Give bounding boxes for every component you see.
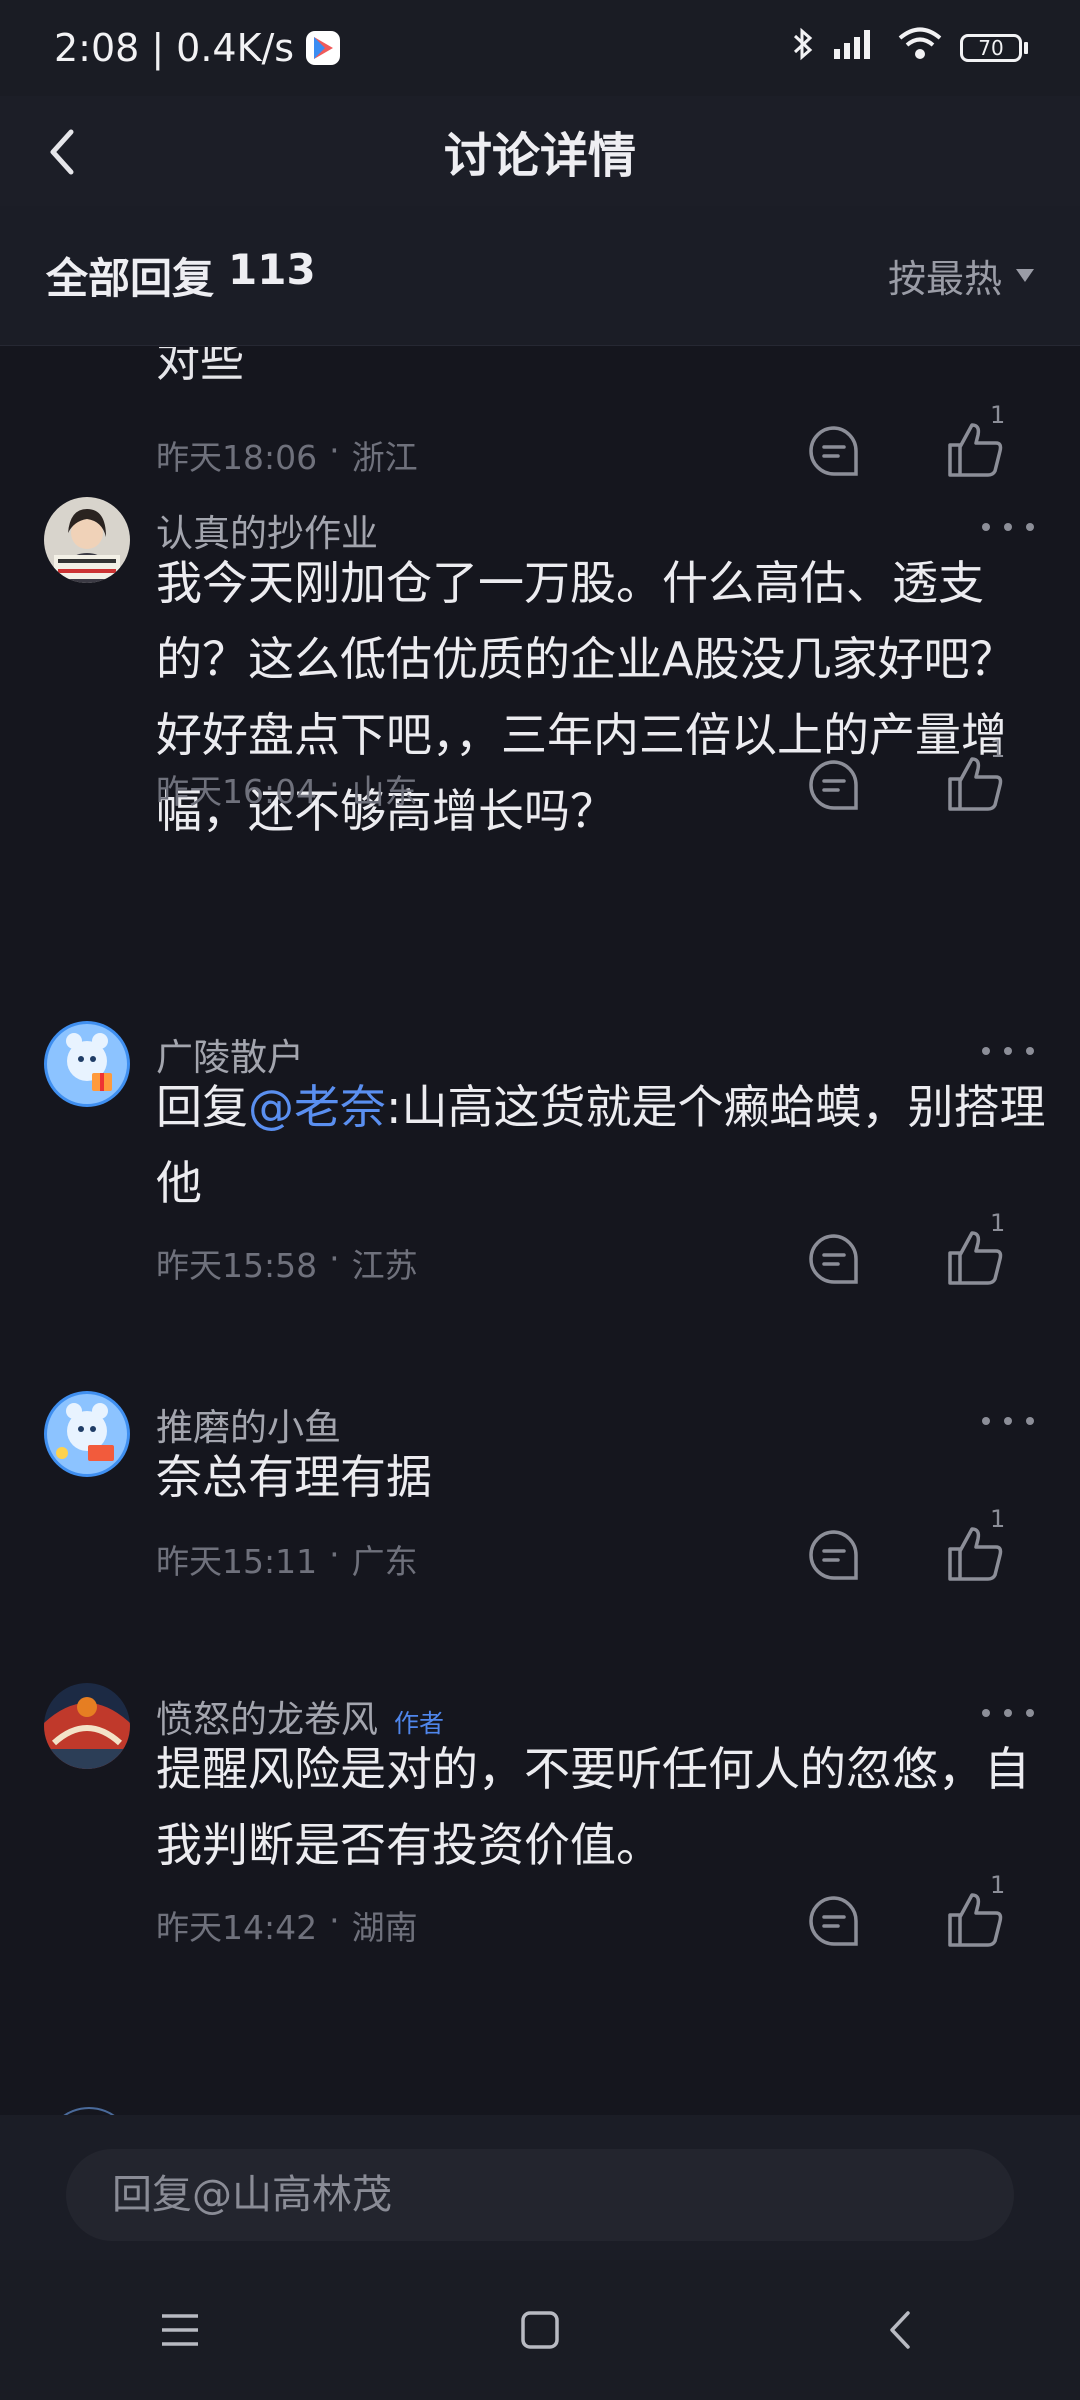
meta-separator: · <box>329 1239 340 1278</box>
battery-level: 70 <box>960 34 1022 62</box>
meta-separator: · <box>329 431 340 470</box>
avatar[interactable] <box>44 1391 130 1477</box>
avatar[interactable] <box>44 497 130 583</box>
more-dot <box>1004 523 1012 531</box>
comment-time: 昨天15:11 <box>156 1542 318 1581</box>
more-dot <box>982 1709 990 1717</box>
comment-reply-button[interactable] <box>806 757 862 813</box>
chat-bubble-icon <box>809 1530 858 1580</box>
more-options-button[interactable] <box>982 1031 1034 1071</box>
comment-location: 广东 <box>351 1542 418 1581</box>
chat-bubble-icon <box>809 1234 858 1284</box>
home-square-icon <box>521 2311 559 2349</box>
more-dot <box>1026 1417 1034 1425</box>
battery-tip <box>1024 42 1028 54</box>
more-dot <box>1004 1047 1012 1055</box>
comment-meta: 昨天14:42 · 湖南 <box>156 1901 418 1949</box>
more-dot <box>982 1047 990 1055</box>
more-dot <box>982 523 990 531</box>
reply-count-label: 全部回复 <box>46 254 215 303</box>
chat-bubble-icon <box>809 426 858 476</box>
nav-home-button[interactable] <box>500 2290 580 2370</box>
more-dot <box>1026 523 1034 531</box>
mention-link[interactable]: @老奈 <box>248 1080 386 1134</box>
comment-meta: 昨天18:06 · 浙江 <box>156 431 418 479</box>
comment-reply-button[interactable] <box>806 1893 862 1949</box>
comment-reply-button[interactable] <box>806 1527 862 1583</box>
more-options-button[interactable] <box>982 1401 1034 1441</box>
comment-time: 昨天14:42 <box>156 1908 318 1947</box>
more-options-button[interactable] <box>982 507 1034 547</box>
comment-location: 湖南 <box>351 1908 418 1947</box>
reply-input[interactable]: 回复@山高林茂 <box>66 2149 1014 2241</box>
more-options-button[interactable] <box>982 1693 1034 1733</box>
system-nav-bar <box>0 2260 1080 2400</box>
status-time: 2:08 <box>54 26 140 70</box>
more-dot <box>1004 1709 1012 1717</box>
avatar[interactable] <box>44 2107 134 2115</box>
nav-menu-button[interactable] <box>140 2290 220 2370</box>
like-count: 1 <box>990 1871 1006 1899</box>
chevron-left-icon <box>50 129 74 175</box>
comment-meta: 昨天15:11 · 广东 <box>156 1535 418 1583</box>
like-count: 1 <box>990 401 1006 429</box>
network-speed: 0.4K/s <box>176 26 295 70</box>
like-count: 1 <box>990 1505 1006 1533</box>
bluetooth-icon <box>792 26 814 71</box>
wifi-icon <box>898 26 942 70</box>
status-left: 2:08 | 0.4K/s <box>54 26 341 70</box>
reply-count: 全部回复 113 <box>46 245 316 306</box>
menu-icon <box>162 2314 198 2346</box>
comment-reply-button[interactable] <box>806 423 862 479</box>
meta-separator: · <box>329 1535 340 1574</box>
comment-time: 昨天16:04 <box>156 772 318 811</box>
reply-prefix: 回复 <box>156 1080 248 1134</box>
sort-label: 按最热 <box>887 257 1002 301</box>
nav-back-button[interactable] <box>860 2290 940 2370</box>
partial-comment-content: 对些 <box>156 347 244 387</box>
battery-icon: 70 <box>960 34 1028 62</box>
top-app-bar: 讨论详情 <box>0 96 1080 207</box>
avatar[interactable] <box>44 1683 130 1769</box>
replies-toolbar: 全部回复 113 按最热 <box>0 206 1080 346</box>
comment-location: 江苏 <box>351 1246 418 1285</box>
more-dot <box>1026 1047 1034 1055</box>
status-divider: | <box>151 26 165 70</box>
reply-count-value: 113 <box>228 245 316 294</box>
meta-separator: · <box>329 765 340 804</box>
comment-location: 山东 <box>351 772 418 811</box>
comment-meta: 昨天16:04 · 山东 <box>156 765 418 813</box>
comment-content: 奈总有理有据 <box>156 1450 432 1504</box>
comment-meta: 昨天15:58 · 江苏 <box>156 1239 418 1287</box>
signal-icon <box>832 26 880 70</box>
more-dot <box>982 1417 990 1425</box>
like-count: 1 <box>990 735 1006 763</box>
meta-separator: · <box>329 1901 340 1940</box>
comment-content: 回复@老奈:山高这货就是个癞蛤蟆，别搭理他 <box>156 1069 1046 1221</box>
page-title: 讨论详情 <box>443 128 636 184</box>
chat-bubble-icon <box>809 1896 858 1946</box>
chat-bubble-icon <box>809 760 858 810</box>
comment-time: 昨天15:58 <box>156 1246 318 1285</box>
status-right: 70 <box>792 26 1028 71</box>
more-dot <box>1026 1709 1034 1717</box>
comment-content: 提醒风险是对的，不要听任何人的忽悠，自我判断是否有投资价值。 <box>156 1742 1030 1872</box>
avatar[interactable] <box>44 1021 130 1107</box>
comment-time: 昨天18:06 <box>156 438 318 477</box>
comment-location: 浙江 <box>351 438 418 477</box>
like-count: 1 <box>990 1209 1006 1237</box>
comment-reply-button[interactable] <box>806 1231 862 1287</box>
more-dot <box>1004 1417 1012 1425</box>
sort-dropdown[interactable]: 按最热 <box>888 248 1034 303</box>
back-arrow-icon <box>890 2311 910 2349</box>
caret-down-icon <box>1016 269 1034 282</box>
back-button[interactable] <box>30 120 94 184</box>
comment-list[interactable]: 对些 昨天18:06 · 浙江 1 认真的抄作业 我今天刚加仓了一万股。什么高估… <box>0 347 1080 2115</box>
play-app-icon <box>306 31 341 65</box>
reply-bar: 回复@山高林茂 <box>0 2115 1080 2260</box>
status-bar: 2:08 | 0.4K/s 70 <box>0 0 1080 96</box>
